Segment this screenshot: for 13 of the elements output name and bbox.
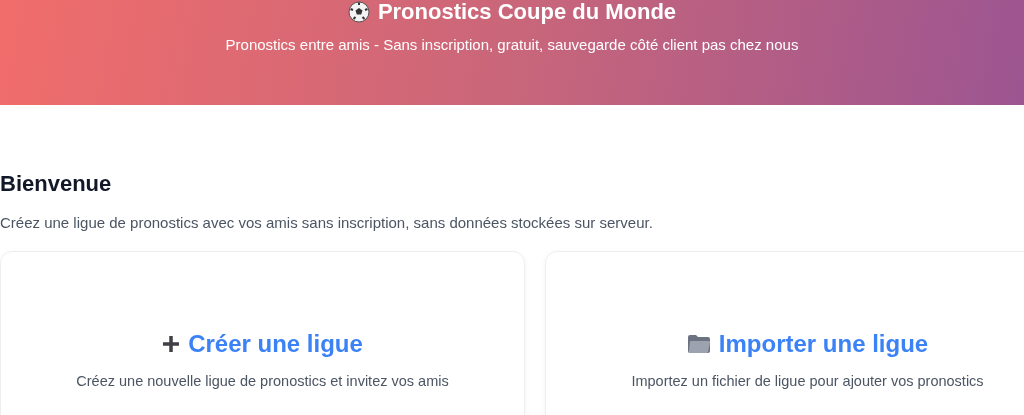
app-title: Pronostics Coupe du Monde xyxy=(377,0,677,26)
folder-icon xyxy=(686,334,711,354)
card-description: Importez un fichier de ligue pour ajouter vos pronostics xyxy=(631,372,984,391)
import-league-card[interactable]: Importer une ligue Importez un fichier de ligue pour ajouter vos pronostics xyxy=(545,251,1024,415)
soccer-ball-icon xyxy=(347,1,370,23)
card-title: Importer une ligue xyxy=(718,329,929,359)
plus-icon xyxy=(162,335,181,353)
welcome-text: Créez une ligue de pronostics avec vos amis sans inscription, sans données stockées sur serveur. xyxy=(0,213,653,233)
card-title: Créer une ligue xyxy=(188,329,363,359)
create-league-card[interactable]: Créer une ligue Créez une nouvelle ligue de pronostics et invitez vos amis xyxy=(0,251,525,415)
app-subtitle: Pronostics entre amis - Sans inscription, gratuit, sauvegarde côté client pas chez nous xyxy=(225,35,799,55)
card-description: Créez une nouvelle ligue de pronostics et invitez vos amis xyxy=(76,372,449,391)
welcome-heading: Bienvenue xyxy=(0,171,112,197)
